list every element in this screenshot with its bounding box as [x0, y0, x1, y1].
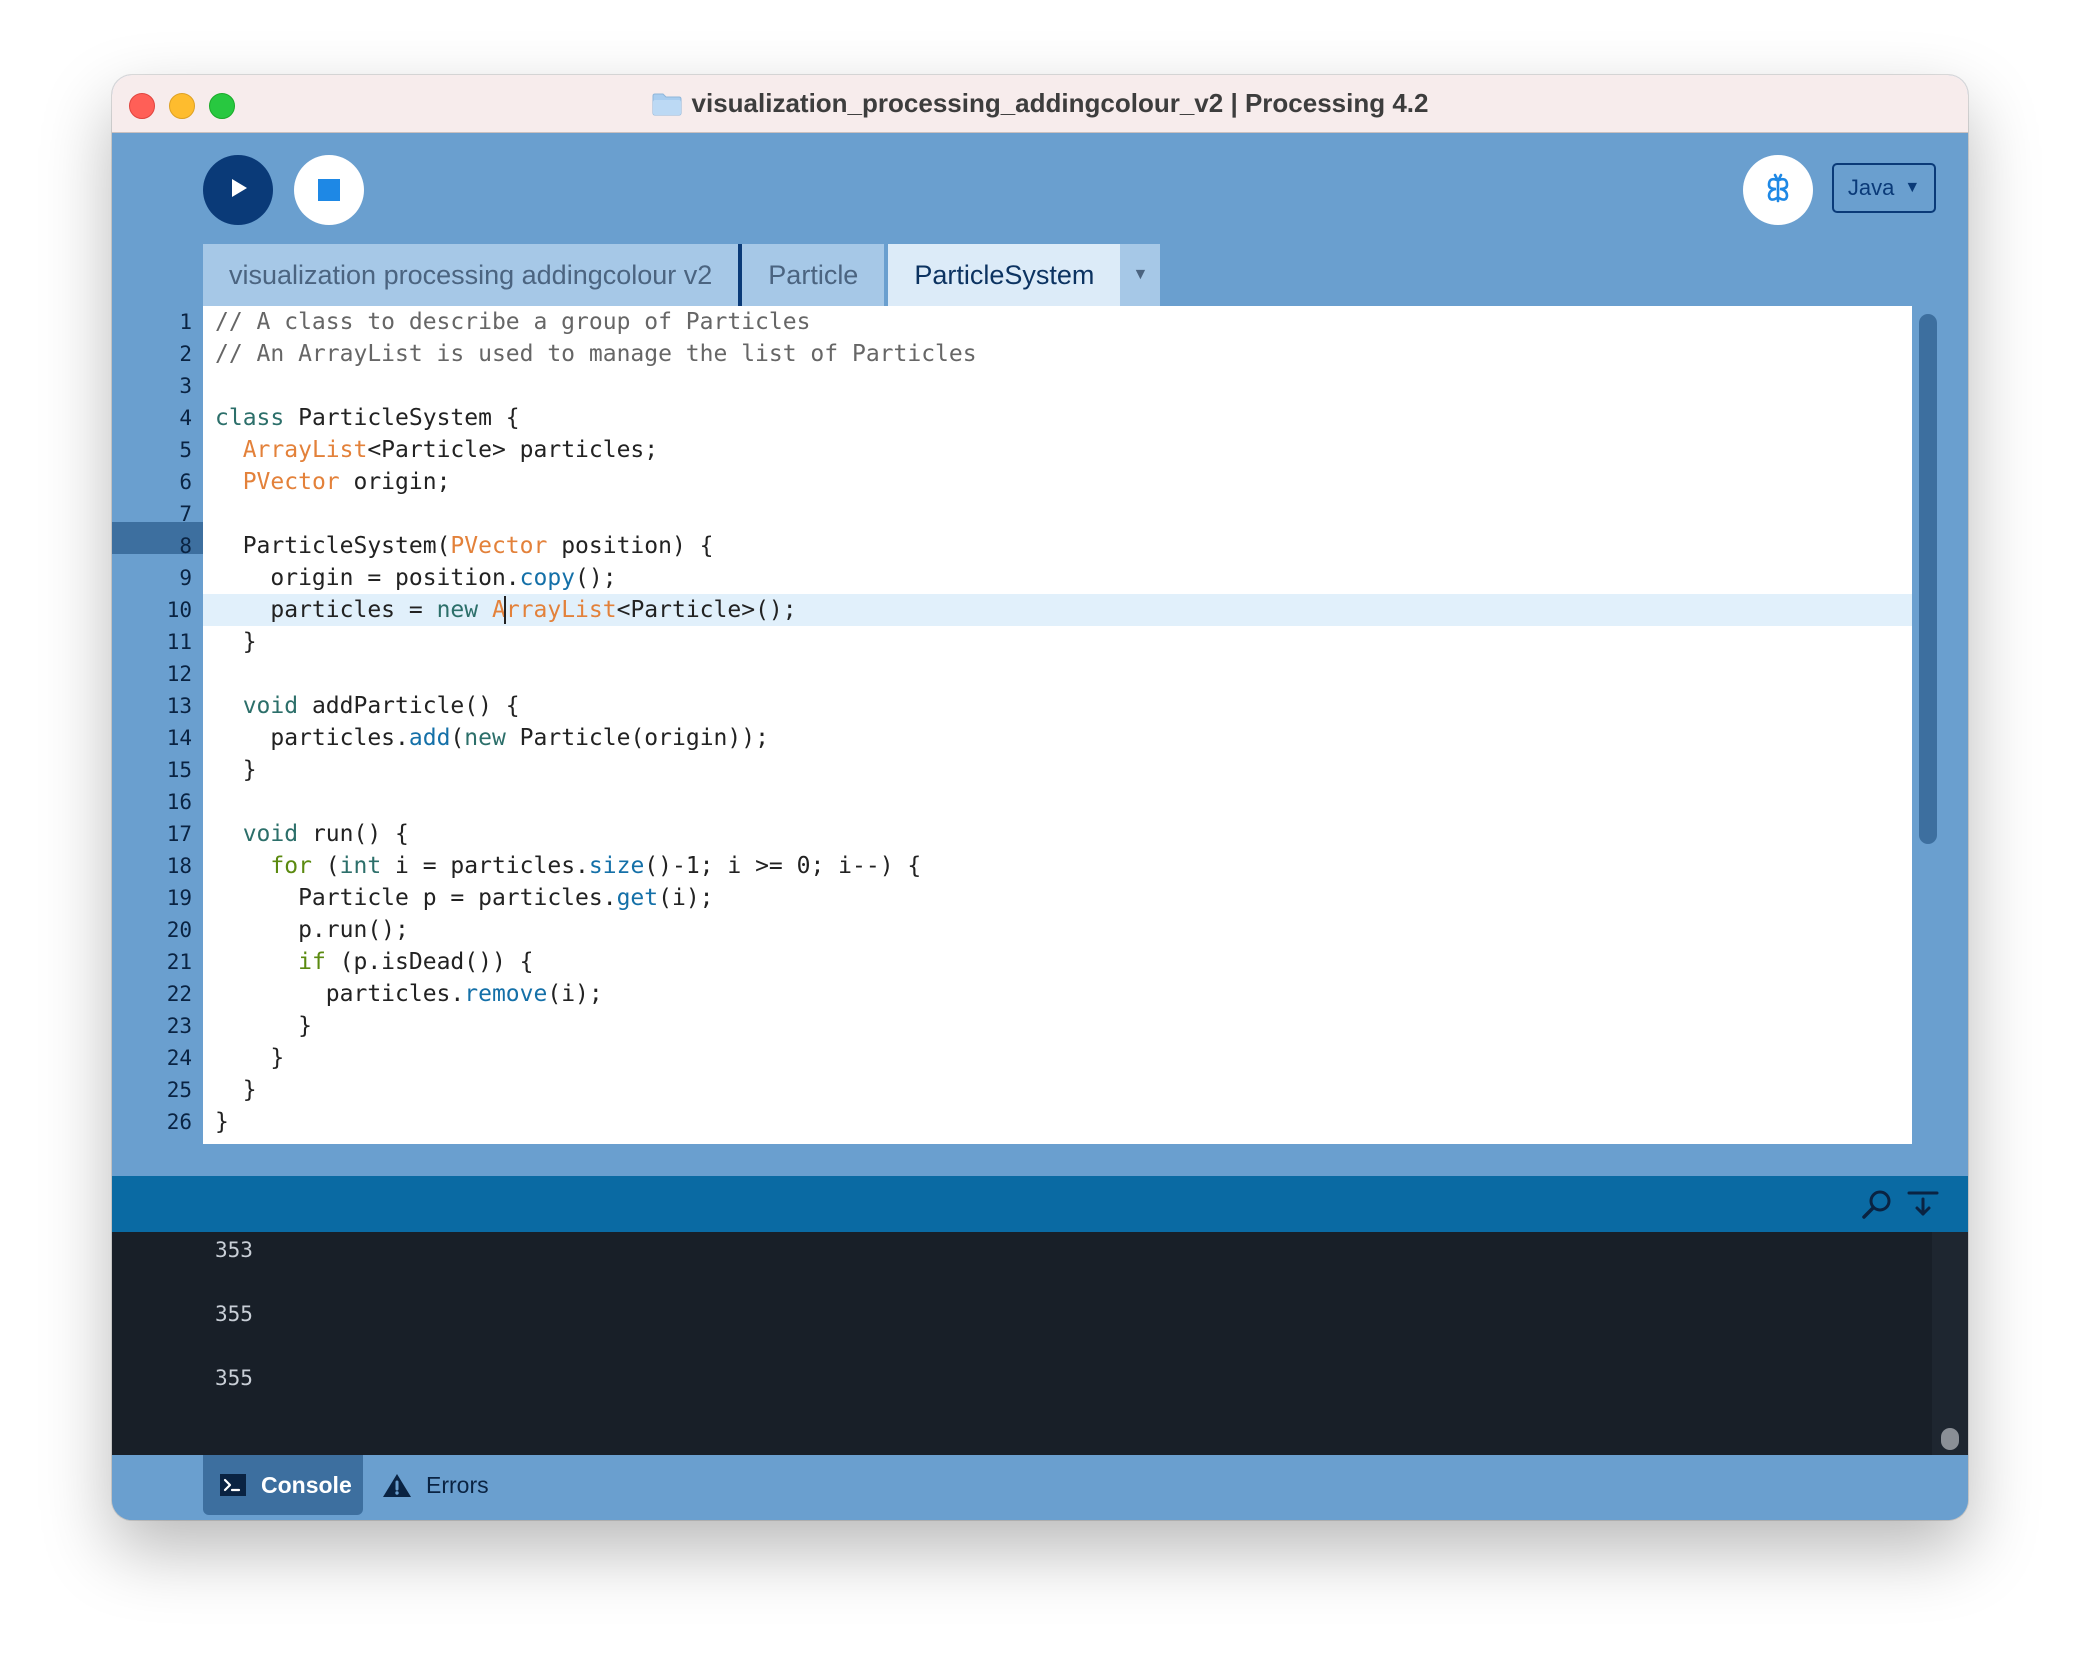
line-number: 6 [179, 470, 192, 494]
processing-window: visualization_processing_addingcolour_v2… [112, 75, 1968, 1520]
line-number: 7 [179, 502, 192, 526]
butterfly-icon [1761, 171, 1795, 210]
line-number-gutter: 1 2 3 4 5 6 7 8 9 10 11 12 13 14 15 16 1… [112, 306, 203, 1144]
terminal-icon [219, 1473, 247, 1497]
code-line[interactable]: for (int i = particles.size()-1; i >= 0;… [215, 850, 921, 882]
line-number: 19 [166, 886, 192, 910]
console-tab[interactable]: Console [203, 1455, 363, 1515]
play-icon [225, 175, 251, 206]
code-line[interactable]: class ParticleSystem { [215, 402, 520, 434]
line-number: 26 [166, 1110, 192, 1134]
editor-console-divider[interactable] [112, 1144, 1968, 1176]
line-number: 1 [179, 310, 192, 334]
code-line[interactable]: origin = position.copy(); [215, 562, 616, 594]
line-number-current: 10 [166, 598, 192, 622]
code-line[interactable]: } [215, 1042, 284, 1074]
line-number: 23 [166, 1014, 192, 1038]
code-line[interactable]: particles.remove(i); [215, 978, 603, 1010]
code-line[interactable]: } [215, 1074, 257, 1106]
stop-button[interactable] [294, 155, 364, 225]
warning-icon [382, 1472, 412, 1498]
title-bar: visualization_processing_addingcolour_v2… [112, 75, 1968, 133]
console-line: 355 [215, 1366, 253, 1390]
code-line[interactable]: // An ArrayList is used to manage the li… [215, 338, 977, 370]
code-line[interactable]: particles.add(new Particle(origin)); [215, 722, 769, 754]
stop-icon [318, 179, 340, 201]
code-line[interactable]: // A class to describe a group of Partic… [215, 306, 810, 338]
code-line[interactable]: void run() { [215, 818, 409, 850]
line-number: 12 [166, 662, 192, 686]
code-line[interactable]: } [215, 754, 257, 786]
line-number: 5 [179, 438, 192, 462]
editor-scrollbar-thumb[interactable] [1919, 314, 1937, 844]
search-icon[interactable] [1860, 1188, 1894, 1222]
line-number: 15 [166, 758, 192, 782]
line-number: 21 [166, 950, 192, 974]
console-scrollbar-track[interactable] [1932, 1232, 1968, 1455]
code-editor[interactable]: // A class to describe a group of Partic… [203, 306, 1912, 1144]
chevron-down-icon: ▼ [1904, 179, 1921, 196]
code-line[interactable]: } [215, 626, 257, 658]
editor-area: 1 2 3 4 5 6 7 8 9 10 11 12 13 14 15 16 1… [112, 306, 1968, 1144]
code-line[interactable]: particles = new ArrayList<Particle>(); [215, 594, 796, 626]
line-number: 13 [166, 694, 192, 718]
console-line: 353 [215, 1238, 253, 1262]
code-line[interactable]: if (p.isDead()) { [215, 946, 533, 978]
line-number: 4 [179, 406, 192, 430]
line-number: 8 [179, 534, 192, 558]
line-number: 14 [166, 726, 192, 750]
line-number: 17 [166, 822, 192, 846]
text-cursor [503, 596, 506, 624]
code-line[interactable]: ParticleSystem(PVector position) { [215, 530, 714, 562]
sketch-tabs: visualization processing addingcolour v2… [203, 244, 1161, 306]
line-number: 11 [166, 630, 192, 654]
tab-particle[interactable]: Particle [742, 244, 885, 306]
code-line[interactable]: PVector origin; [215, 466, 451, 498]
console-scrollbar-thumb[interactable] [1941, 1428, 1959, 1450]
console-tab-label: Console [261, 1471, 352, 1498]
code-line[interactable]: ArrayList<Particle> particles; [215, 434, 658, 466]
bottom-tab-bar: Console Errors [112, 1455, 1968, 1520]
title-container: visualization_processing_addingcolour_v2… [112, 75, 1968, 132]
window-title: visualization_processing_addingcolour_v2… [691, 88, 1429, 118]
toolbar: Java ▼ [112, 132, 1968, 260]
tab-menu-arrow-icon: ▼ [1132, 266, 1149, 283]
line-number: 22 [166, 982, 192, 1006]
console-output: 353 355 355 [112, 1232, 1968, 1455]
debug-button[interactable] [1743, 155, 1813, 225]
mode-selector[interactable]: Java ▼ [1832, 163, 1936, 213]
folder-icon [652, 92, 682, 116]
line-number: 3 [179, 374, 192, 398]
clear-console-icon[interactable] [1906, 1188, 1940, 1222]
errors-tab[interactable]: Errors [382, 1455, 489, 1515]
line-number: 18 [166, 854, 192, 878]
code-line[interactable]: p.run(); [215, 914, 409, 946]
code-line[interactable]: } [215, 1106, 229, 1138]
run-button[interactable] [203, 155, 273, 225]
tab-menu-button[interactable]: ▼ [1120, 244, 1161, 306]
tab-particlesystem[interactable]: ParticleSystem [888, 244, 1121, 306]
errors-tab-label: Errors [426, 1471, 489, 1498]
tab-main-sketch[interactable]: visualization processing addingcolour v2 [203, 244, 743, 306]
line-number: 25 [166, 1078, 192, 1102]
mode-label: Java [1847, 175, 1895, 200]
console-line: 355 [215, 1302, 253, 1326]
code-line[interactable]: } [215, 1010, 312, 1042]
console-header [112, 1176, 1968, 1232]
line-number: 16 [166, 790, 192, 814]
code-line[interactable]: void addParticle() { [215, 690, 520, 722]
code-line[interactable]: Particle p = particles.get(i); [215, 882, 713, 914]
line-number: 9 [179, 566, 192, 590]
line-number: 2 [179, 342, 192, 366]
line-number: 24 [166, 1046, 192, 1070]
line-number: 20 [166, 918, 192, 942]
